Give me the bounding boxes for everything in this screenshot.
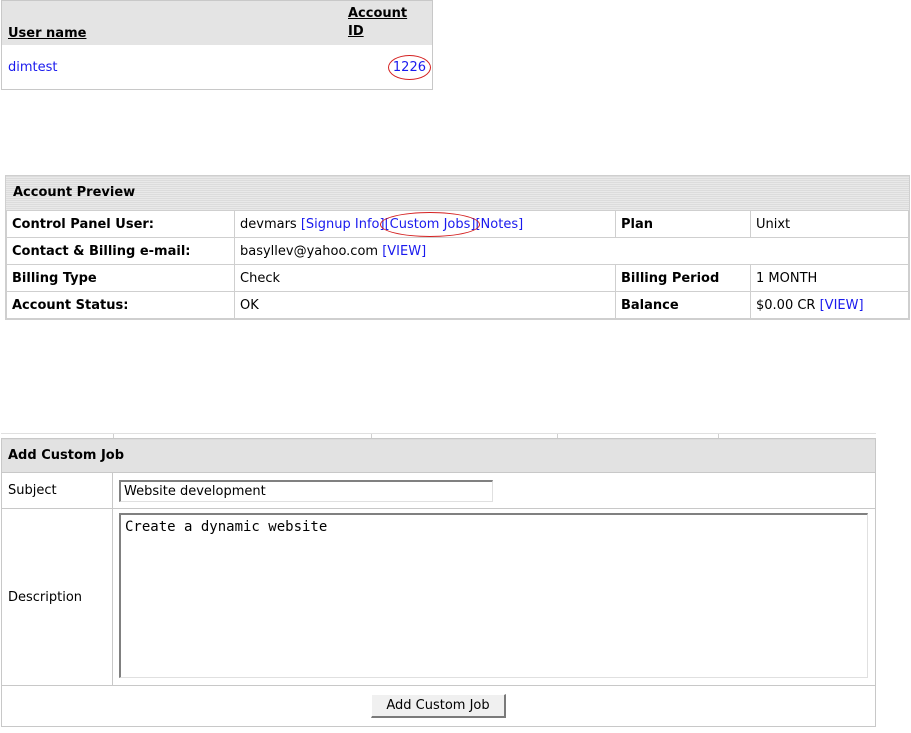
account-status-label: Account Status: — [6, 291, 235, 319]
table-row: Subject — [1, 472, 876, 509]
plan-label: Plan — [615, 210, 751, 238]
subject-input[interactable] — [119, 479, 493, 502]
description-textarea[interactable]: Create a dynamic website — [119, 512, 868, 678]
account-id-link[interactable]: 1226 — [387, 54, 432, 80]
control-panel-user-cell: devmars [Signup Info][Custom Jobs][Notes… — [234, 210, 616, 238]
balance-value: $0.00 CR — [756, 297, 816, 313]
control-panel-user-label: Control Panel User: — [6, 210, 235, 238]
table-row: Add Custom Job — [1, 438, 876, 473]
table-row: Contact & Billing e-mail: basyllev@yahoo… — [6, 237, 909, 265]
contact-email-value: basyllev@yahoo.com — [240, 243, 379, 259]
table-row: Account Status: OK Balance $0.00 CR [VIE… — [6, 291, 909, 319]
custom-jobs-link[interactable]: [Custom Jobs] — [379, 211, 481, 237]
balance-label: Balance — [615, 291, 751, 319]
billing-period-value: 1 MONTH — [750, 264, 909, 292]
table-row: Description Create a dynamic website — [1, 508, 876, 686]
account-preview-panel: Account Preview Control Panel User: devm… — [5, 175, 910, 320]
plan-value: Unixt — [750, 210, 909, 238]
description-label: Description — [1, 508, 113, 686]
table-row: Add Custom Job — [1, 685, 876, 727]
balance-cell: $0.00 CR [VIEW] — [750, 291, 909, 319]
user-name-cell: dimtest — [2, 45, 343, 90]
table-row: Control Panel User: devmars [Signup Info… — [6, 210, 909, 238]
description-cell: Create a dynamic website — [112, 508, 876, 686]
add-custom-job-button[interactable]: Add Custom Job — [371, 694, 506, 718]
account-preview-title: Account Preview — [6, 176, 909, 210]
account-status-value: OK — [234, 291, 616, 319]
users-table: User name Account ID dimtest 1226 — [1, 0, 433, 90]
signup-info-link[interactable]: [Signup Info] — [301, 217, 385, 232]
billing-period-label: Billing Period — [615, 264, 751, 292]
user-name-header: User name — [1, 0, 342, 45]
table-row: Billing Type Check Billing Period 1 MONT… — [6, 264, 909, 292]
subject-label: Subject — [1, 472, 113, 509]
notes-link[interactable]: [Notes] — [475, 217, 523, 232]
account-id-cell: 1226 — [342, 45, 433, 90]
account-preview-table: Control Panel User: devmars [Signup Info… — [6, 210, 909, 319]
control-panel-user-value: devmars — [240, 216, 297, 232]
account-id-header: Account ID — [342, 0, 433, 45]
user-name-link[interactable]: dimtest — [8, 60, 58, 75]
contact-email-cell: basyllev@yahoo.com [VIEW] — [234, 237, 909, 265]
add-custom-job-form: Add Custom Job Subject Description Creat… — [1, 433, 876, 727]
billing-type-label: Billing Type — [6, 264, 235, 292]
contact-email-label: Contact & Billing e-mail: — [6, 237, 235, 265]
contact-email-view-link[interactable]: [VIEW] — [382, 244, 426, 259]
subject-cell — [112, 472, 876, 509]
users-table-header: User name Account ID — [1, 0, 433, 45]
balance-view-link[interactable]: [VIEW] — [820, 298, 864, 313]
column-ruler — [1, 433, 876, 438]
add-custom-job-title: Add Custom Job — [1, 438, 876, 473]
table-row: dimtest 1226 — [2, 45, 433, 90]
billing-type-value: Check — [234, 264, 616, 292]
submit-cell: Add Custom Job — [1, 685, 876, 727]
add-custom-job-table: Add Custom Job Subject Description Creat… — [1, 438, 876, 727]
